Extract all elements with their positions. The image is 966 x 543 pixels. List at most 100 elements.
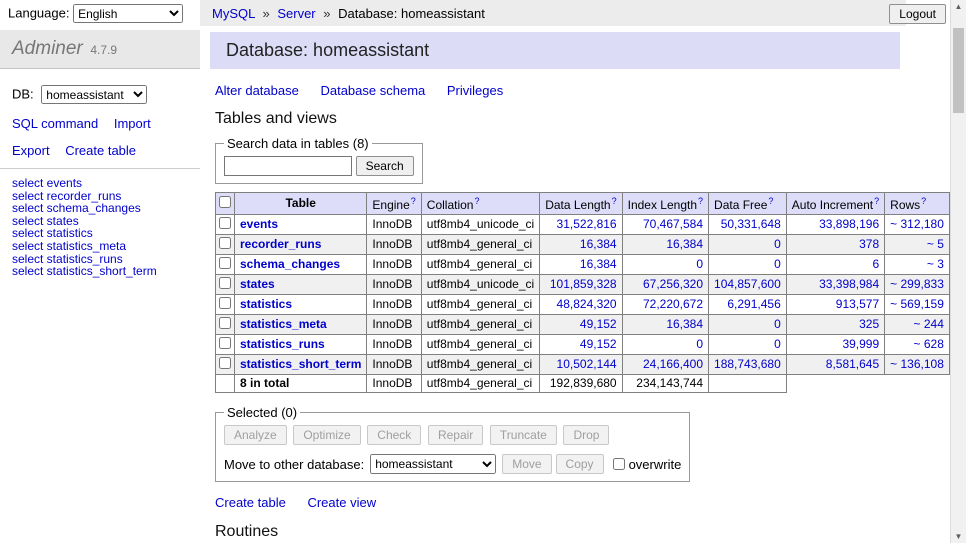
sidebar-select-link[interactable]: select events bbox=[12, 177, 188, 190]
row-select-cell bbox=[216, 215, 235, 235]
row-select-checkbox[interactable] bbox=[219, 357, 231, 369]
rows-cell: ~ 5 bbox=[885, 235, 950, 255]
privileges-link[interactable]: Privileges bbox=[447, 83, 503, 98]
index-length-cell: 0 bbox=[622, 335, 708, 355]
rows-count-link[interactable]: ~ 628 bbox=[914, 337, 944, 351]
row-select-checkbox[interactable] bbox=[219, 337, 231, 349]
rows-count-link[interactable]: ~ 312,180 bbox=[890, 217, 944, 231]
logout-button[interactable]: Logout bbox=[889, 4, 946, 24]
table-name-link[interactable]: states bbox=[240, 277, 275, 291]
language-select[interactable]: English bbox=[73, 4, 183, 23]
row-select-checkbox[interactable] bbox=[219, 317, 231, 329]
copy-button[interactable]: Copy bbox=[556, 454, 604, 474]
table-name-link[interactable]: events bbox=[240, 217, 278, 231]
row-select-cell bbox=[216, 275, 235, 295]
total-data-length-cell: 192,839,680 bbox=[540, 375, 622, 393]
column-header-rows: Rows? bbox=[885, 193, 950, 215]
table-row: eventsInnoDButf8mb4_unicode_ci31,522,816… bbox=[216, 215, 951, 235]
scroll-up-icon[interactable]: ▲ bbox=[951, 2, 966, 11]
check-button[interactable]: Check bbox=[367, 425, 421, 445]
create-table-link[interactable]: Create table bbox=[215, 495, 286, 510]
breadcrumb-current: Database: homeassistant bbox=[338, 6, 485, 21]
scroll-down-icon[interactable]: ▼ bbox=[951, 532, 966, 541]
column-header-index-length: Index Length? bbox=[622, 193, 708, 215]
row-select-checkbox[interactable] bbox=[219, 277, 231, 289]
export-link[interactable]: Export bbox=[12, 143, 50, 158]
row-select-checkbox[interactable] bbox=[219, 257, 231, 269]
data-length-cell: 49,152 bbox=[540, 335, 622, 355]
data-length-cell: 16,384 bbox=[540, 255, 622, 275]
sidebar-select-link[interactable]: select statistics_short_term bbox=[12, 265, 188, 278]
row-select-checkbox[interactable] bbox=[219, 217, 231, 229]
breadcrumb-server-link[interactable]: Server bbox=[277, 6, 315, 21]
index-length-cell: 70,467,584 bbox=[622, 215, 708, 235]
drop-button[interactable]: Drop bbox=[563, 425, 609, 445]
breadcrumb-separator: » bbox=[323, 6, 330, 21]
table-name-cell: states bbox=[235, 275, 367, 295]
breadcrumb-mysql-link[interactable]: MySQL bbox=[212, 6, 255, 21]
sidebar-select-link[interactable]: select statistics_meta bbox=[12, 240, 188, 253]
repair-button[interactable]: Repair bbox=[428, 425, 483, 445]
collation-cell: utf8mb4_general_ci bbox=[421, 315, 539, 335]
alter-database-link[interactable]: Alter database bbox=[215, 83, 299, 98]
table-row: statistics_runsInnoDButf8mb4_general_ci4… bbox=[216, 335, 951, 355]
column-header-data-length: Data Length? bbox=[540, 193, 622, 215]
table-row: statesInnoDButf8mb4_unicode_ci101,859,32… bbox=[216, 275, 951, 295]
overwrite-checkbox[interactable] bbox=[613, 458, 625, 470]
vertical-scrollbar[interactable]: ▲ ▼ bbox=[950, 0, 966, 543]
auto-increment-cell: 325 bbox=[786, 315, 884, 335]
table-name-cell: statistics_meta bbox=[235, 315, 367, 335]
engine-cell: InnoDB bbox=[367, 295, 421, 315]
sql-command-link[interactable]: SQL command bbox=[12, 116, 98, 131]
rows-count-link[interactable]: ~ 5 bbox=[927, 237, 944, 251]
optimize-button[interactable]: Optimize bbox=[293, 425, 360, 445]
adminer-brand-text[interactable]: Adminer bbox=[12, 38, 83, 59]
move-label: Move to other database: bbox=[224, 457, 364, 472]
create-view-link[interactable]: Create view bbox=[307, 495, 376, 510]
table-name-link[interactable]: recorder_runs bbox=[240, 237, 321, 251]
row-select-checkbox[interactable] bbox=[219, 297, 231, 309]
table-name-link[interactable]: schema_changes bbox=[240, 257, 340, 271]
help-icon[interactable]: ? bbox=[612, 196, 617, 206]
analyze-button[interactable]: Analyze bbox=[224, 425, 287, 445]
table-name-link[interactable]: statistics_short_term bbox=[240, 357, 361, 371]
db-select[interactable]: homeassistant bbox=[41, 85, 147, 104]
table-name-link[interactable]: statistics_runs bbox=[240, 337, 325, 351]
engine-cell: InnoDB bbox=[367, 315, 421, 335]
select-all-checkbox[interactable] bbox=[219, 196, 231, 208]
scrollbar-thumb[interactable] bbox=[953, 28, 964, 113]
help-icon[interactable]: ? bbox=[698, 196, 703, 206]
import-link[interactable]: Import bbox=[114, 116, 151, 131]
table-name-link[interactable]: statistics bbox=[240, 297, 292, 311]
sidebar-select-link[interactable]: select schema_changes bbox=[12, 202, 188, 215]
help-icon[interactable]: ? bbox=[474, 196, 479, 206]
search-button[interactable]: Search bbox=[356, 156, 414, 176]
help-icon[interactable]: ? bbox=[768, 196, 773, 206]
move-button[interactable]: Move bbox=[502, 454, 551, 474]
help-icon[interactable]: ? bbox=[411, 196, 416, 206]
create-table-link-sidebar[interactable]: Create table bbox=[65, 143, 136, 158]
collation-cell: utf8mb4_general_ci bbox=[421, 295, 539, 315]
table-name-cell: statistics bbox=[235, 295, 367, 315]
data-free-cell: 50,331,648 bbox=[709, 215, 787, 235]
search-input[interactable] bbox=[224, 156, 352, 176]
table-name-link[interactable]: statistics_meta bbox=[240, 317, 327, 331]
rows-cell: ~ 136,108 bbox=[885, 355, 950, 375]
help-icon[interactable]: ? bbox=[874, 196, 879, 206]
rows-count-link[interactable]: ~ 299,833 bbox=[890, 277, 944, 291]
data-length-cell: 48,824,320 bbox=[540, 295, 622, 315]
page-title: Database: homeassistant bbox=[210, 32, 900, 69]
move-database-select[interactable]: homeassistant bbox=[370, 454, 496, 474]
row-select-checkbox[interactable] bbox=[219, 237, 231, 249]
data-free-cell: 104,857,600 bbox=[709, 275, 787, 295]
rows-count-link[interactable]: ~ 569,159 bbox=[890, 297, 944, 311]
auto-increment-cell: 8,581,645 bbox=[786, 355, 884, 375]
data-free-cell: 6,291,456 bbox=[709, 295, 787, 315]
database-schema-link[interactable]: Database schema bbox=[320, 83, 425, 98]
truncate-button[interactable]: Truncate bbox=[490, 425, 557, 445]
rows-count-link[interactable]: ~ 3 bbox=[927, 257, 944, 271]
help-icon[interactable]: ? bbox=[921, 196, 926, 206]
rows-count-link[interactable]: ~ 244 bbox=[914, 317, 944, 331]
rows-count-link[interactable]: ~ 136,108 bbox=[890, 357, 944, 371]
table-name-cell: statistics_runs bbox=[235, 335, 367, 355]
